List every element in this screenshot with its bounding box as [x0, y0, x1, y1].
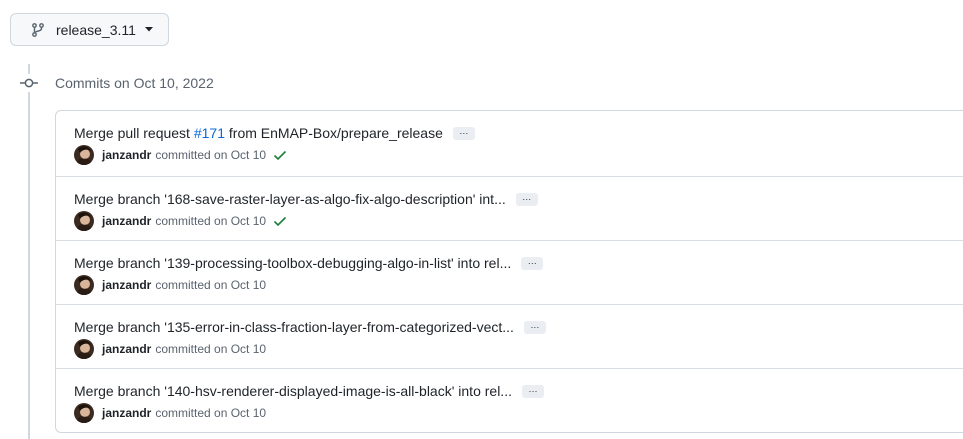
branch-name: release_3.11: [56, 21, 136, 38]
commit-row: Merge branch '168-save-raster-layer-as-a…: [56, 176, 963, 240]
commit-title[interactable]: Merge branch '140-hsv-renderer-displayed…: [74, 381, 512, 401]
commit-title-suffix[interactable]: from EnMAP-Box/prepare_release: [225, 125, 443, 141]
avatar[interactable]: [74, 339, 94, 359]
commit-row: Merge branch '139-processing-toolbox-deb…: [56, 240, 963, 304]
commit-date: committed on Oct 10: [155, 406, 267, 420]
commit-author[interactable]: janzandr: [102, 278, 151, 292]
expand-message-button[interactable]: ···: [452, 126, 475, 140]
commit-list: Merge pull request #171 from EnMAP-Box/p…: [55, 110, 963, 433]
commit-author[interactable]: janzandr: [102, 214, 151, 228]
commit-author[interactable]: janzandr: [102, 406, 151, 420]
commit-author[interactable]: janzandr: [102, 342, 151, 356]
commit-meta: janzandr committed on Oct 10: [74, 339, 266, 359]
commit-title-row: Merge branch '168-save-raster-layer-as-a…: [74, 189, 538, 209]
commit-date: committed on Oct 10: [155, 214, 267, 228]
commit-meta: janzandr committed on Oct 10: [74, 403, 266, 423]
commit-title-row: Merge branch '135-error-in-class-fractio…: [74, 317, 546, 337]
avatar[interactable]: [74, 403, 94, 423]
timeline-line: [28, 64, 30, 439]
commit-title-row: Merge pull request #171 from EnMAP-Box/p…: [74, 123, 475, 143]
avatar[interactable]: [74, 275, 94, 295]
avatar[interactable]: [74, 211, 94, 231]
expand-message-button[interactable]: ···: [521, 256, 544, 270]
commit-title-prefix[interactable]: Merge pull request: [74, 125, 194, 141]
commit-row: Merge branch '135-error-in-class-fractio…: [56, 304, 963, 368]
commit-date: committed on Oct 10: [155, 278, 267, 292]
commit-row: Merge branch '140-hsv-renderer-displayed…: [56, 368, 963, 432]
commit-date: committed on Oct 10: [155, 342, 267, 356]
caret-down-icon: [144, 26, 153, 34]
check-icon[interactable]: [272, 147, 288, 163]
git-branch-icon: [30, 22, 46, 38]
commits-page: release_3.11 Commits on Oct 10, 2022 Mer…: [0, 0, 963, 439]
commit-date: committed on Oct 10: [155, 148, 267, 162]
branch-selector-button[interactable]: release_3.11: [10, 13, 169, 46]
commit-title[interactable]: Merge branch '135-error-in-class-fractio…: [74, 317, 514, 337]
commit-title-row: Merge branch '139-processing-toolbox-deb…: [74, 253, 544, 273]
expand-message-button[interactable]: ···: [523, 320, 546, 334]
commit-meta: janzandr committed on Oct 10: [74, 145, 288, 165]
expand-message-button[interactable]: ···: [515, 192, 538, 206]
commit-author[interactable]: janzandr: [102, 148, 151, 162]
pull-request-link[interactable]: #171: [194, 125, 225, 141]
expand-message-button[interactable]: ···: [521, 384, 544, 398]
avatar[interactable]: [74, 145, 94, 165]
commit-title[interactable]: Merge branch '139-processing-toolbox-deb…: [74, 253, 511, 273]
check-icon[interactable]: [272, 213, 288, 229]
commit-group-date: Commits on Oct 10, 2022: [55, 75, 214, 91]
commit-title-row: Merge branch '140-hsv-renderer-displayed…: [74, 381, 544, 401]
commit-title[interactable]: Merge pull request #171 from EnMAP-Box/p…: [74, 123, 443, 143]
commit-row: Merge pull request #171 from EnMAP-Box/p…: [56, 111, 963, 176]
git-commit-icon: [20, 74, 38, 92]
commit-meta: janzandr committed on Oct 10: [74, 275, 266, 295]
commit-title[interactable]: Merge branch '168-save-raster-layer-as-a…: [74, 189, 506, 209]
commit-meta: janzandr committed on Oct 10: [74, 211, 288, 231]
